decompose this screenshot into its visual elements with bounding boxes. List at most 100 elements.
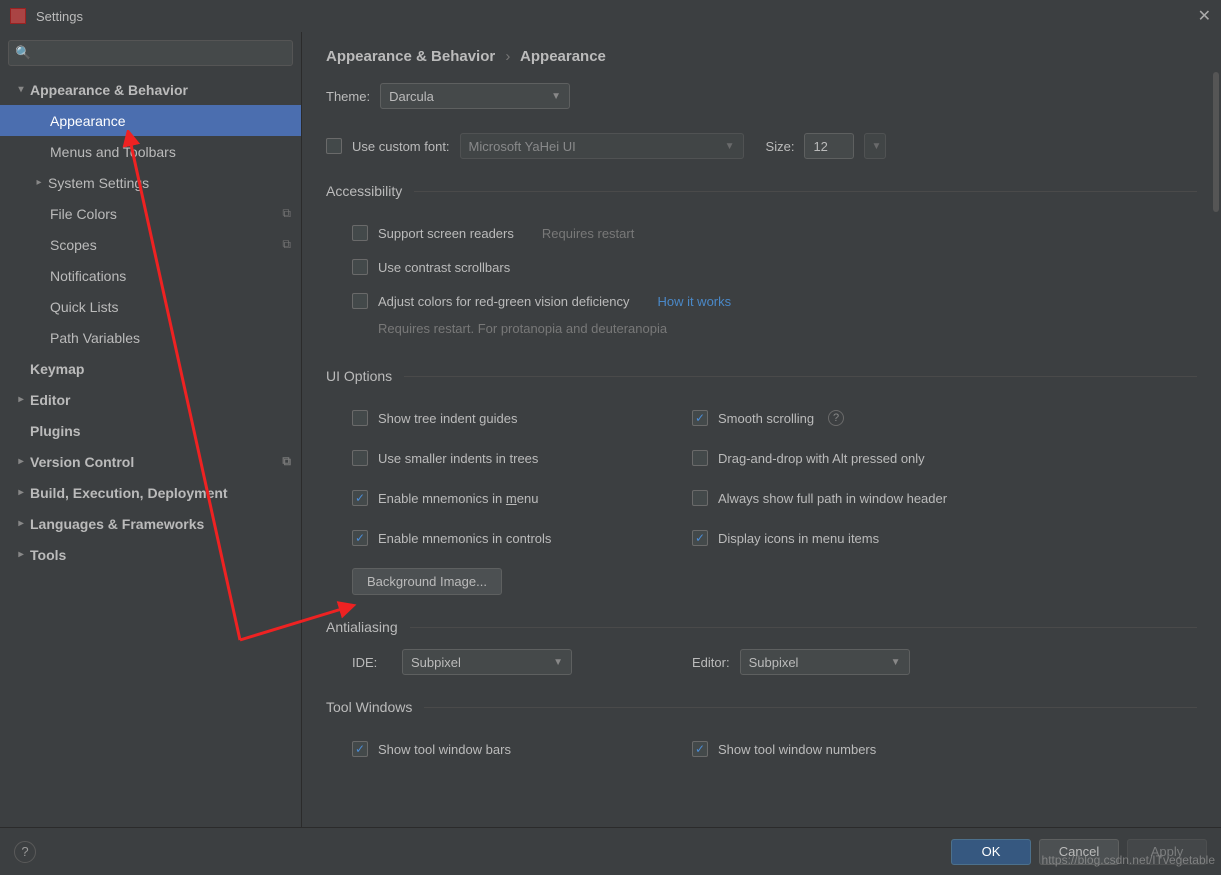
chevron-right-icon bbox=[12, 518, 30, 529]
tool-window-numbers-label: Show tool window numbers bbox=[718, 742, 876, 757]
mnemonics-controls-label: Enable mnemonics in controls bbox=[378, 531, 551, 546]
font-size-input[interactable]: 12 bbox=[804, 133, 854, 159]
size-label: Size: bbox=[766, 139, 795, 154]
smaller-indents-checkbox[interactable] bbox=[352, 450, 368, 466]
contrast-scrollbars-checkbox[interactable] bbox=[352, 259, 368, 275]
color-adjust-checkbox[interactable] bbox=[352, 293, 368, 309]
tool-window-bars-label: Show tool window bars bbox=[378, 742, 511, 757]
content-panel: Appearance & Behavior › Appearance Theme… bbox=[302, 32, 1221, 827]
chevron-right-icon bbox=[30, 177, 48, 188]
sidebar-item-appearance[interactable]: Appearance bbox=[0, 105, 301, 136]
sidebar-item-build[interactable]: Build, Execution, Deployment bbox=[0, 477, 301, 508]
chevron-down-icon bbox=[12, 84, 30, 95]
screen-readers-label: Support screen readers bbox=[378, 226, 514, 241]
sidebar-item-notifications[interactable]: Notifications bbox=[0, 260, 301, 291]
mnemonics-menu-label: Enable mnemonics in menu bbox=[378, 491, 538, 506]
sidebar-item-path-variables[interactable]: Path Variables bbox=[0, 322, 301, 353]
breadcrumb: Appearance & Behavior › Appearance bbox=[326, 48, 1197, 65]
apply-button[interactable]: Apply bbox=[1127, 839, 1207, 865]
smooth-scrolling-checkbox[interactable] bbox=[692, 410, 708, 426]
sidebar-item-appearance-behavior[interactable]: Appearance & Behavior bbox=[0, 74, 301, 105]
sidebar-item-system-settings[interactable]: System Settings bbox=[0, 167, 301, 198]
chevron-down-icon: ▼ bbox=[725, 141, 735, 152]
dnd-alt-label: Drag-and-drop with Alt pressed only bbox=[718, 451, 925, 466]
sidebar-item-menus-toolbars[interactable]: Menus and Toolbars bbox=[0, 136, 301, 167]
copy-icon: ⧉ bbox=[282, 454, 291, 469]
sidebar-item-version-control[interactable]: Version Control⧉ bbox=[0, 446, 301, 477]
copy-icon: ⧉ bbox=[282, 237, 291, 252]
accessibility-legend: Accessibility bbox=[326, 183, 414, 199]
dnd-alt-checkbox[interactable] bbox=[692, 450, 708, 466]
background-image-button[interactable]: Background Image... bbox=[352, 568, 502, 595]
how-it-works-link[interactable]: How it works bbox=[657, 294, 731, 309]
footer: ? OK Cancel Apply bbox=[0, 827, 1221, 875]
search-input[interactable]: 🔍 bbox=[8, 40, 293, 66]
custom-font-label: Use custom font: bbox=[352, 139, 450, 154]
full-path-checkbox[interactable] bbox=[692, 490, 708, 506]
mnemonics-controls-checkbox[interactable] bbox=[352, 530, 368, 546]
ide-aa-dropdown[interactable]: Subpixel ▼ bbox=[402, 649, 572, 675]
ide-aa-label: IDE: bbox=[352, 655, 392, 670]
chevron-down-icon: ▼ bbox=[891, 657, 901, 668]
tool-windows-section: Tool Windows Show tool window bars Show … bbox=[326, 699, 1197, 769]
chevron-right-icon: › bbox=[505, 48, 510, 65]
ok-button[interactable]: OK bbox=[951, 839, 1031, 865]
accessibility-section: Accessibility Support screen readers Req… bbox=[326, 183, 1197, 344]
copy-icon: ⧉ bbox=[282, 206, 291, 221]
sidebar-item-editor[interactable]: Editor bbox=[0, 384, 301, 415]
cancel-button[interactable]: Cancel bbox=[1039, 839, 1119, 865]
settings-tree: Appearance & Behavior Appearance Menus a… bbox=[0, 74, 301, 827]
close-icon[interactable]: ✕ bbox=[1198, 6, 1211, 26]
help-button[interactable]: ? bbox=[14, 841, 36, 863]
color-adjust-label: Adjust colors for red-green vision defic… bbox=[378, 294, 629, 309]
tool-window-bars-checkbox[interactable] bbox=[352, 741, 368, 757]
window-title: Settings bbox=[36, 9, 83, 24]
full-path-label: Always show full path in window header bbox=[718, 491, 947, 506]
tree-indent-label: Show tree indent guides bbox=[378, 411, 517, 426]
chevron-down-icon: ▼ bbox=[553, 657, 563, 668]
sidebar: 🔍 Appearance & Behavior Appearance Menus… bbox=[0, 32, 302, 827]
ui-options-section: UI Options Show tree indent guides Smoot… bbox=[326, 368, 1197, 595]
scrollbar[interactable] bbox=[1213, 72, 1219, 212]
screen-readers-checkbox[interactable] bbox=[352, 225, 368, 241]
ui-options-legend: UI Options bbox=[326, 368, 404, 384]
chevron-right-icon bbox=[12, 394, 30, 405]
sidebar-item-tools[interactable]: Tools bbox=[0, 539, 301, 570]
mnemonics-menu-checkbox[interactable] bbox=[352, 490, 368, 506]
search-icon: 🔍 bbox=[15, 45, 31, 61]
theme-dropdown[interactable]: Darcula ▼ bbox=[380, 83, 570, 109]
app-icon bbox=[10, 8, 26, 24]
tool-window-numbers-checkbox[interactable] bbox=[692, 741, 708, 757]
smaller-indents-label: Use smaller indents in trees bbox=[378, 451, 538, 466]
chevron-down-icon: ▼ bbox=[551, 91, 561, 102]
sidebar-item-scopes[interactable]: Scopes⧉ bbox=[0, 229, 301, 260]
tool-windows-legend: Tool Windows bbox=[326, 699, 424, 715]
breadcrumb-parent: Appearance & Behavior bbox=[326, 48, 495, 65]
theme-label: Theme: bbox=[326, 89, 370, 104]
chevron-right-icon bbox=[12, 549, 30, 560]
custom-font-value: Microsoft YaHei UI bbox=[469, 139, 576, 154]
chevron-right-icon bbox=[12, 487, 30, 498]
help-icon[interactable]: ? bbox=[828, 410, 844, 426]
icons-menu-label: Display icons in menu items bbox=[718, 531, 879, 546]
editor-aa-dropdown[interactable]: Subpixel ▼ bbox=[740, 649, 910, 675]
sidebar-item-quick-lists[interactable]: Quick Lists bbox=[0, 291, 301, 322]
color-adjust-hint: Requires restart. For protanopia and deu… bbox=[378, 321, 1197, 336]
title-bar: Settings ✕ bbox=[0, 0, 1221, 32]
icons-menu-checkbox[interactable] bbox=[692, 530, 708, 546]
chevron-down-icon: ▼ bbox=[872, 141, 882, 152]
contrast-scrollbars-label: Use contrast scrollbars bbox=[378, 260, 510, 275]
sidebar-item-languages[interactable]: Languages & Frameworks bbox=[0, 508, 301, 539]
antialiasing-legend: Antialiasing bbox=[326, 619, 410, 635]
screen-readers-hint: Requires restart bbox=[542, 226, 634, 241]
sidebar-item-keymap[interactable]: Keymap bbox=[0, 353, 301, 384]
sidebar-item-plugins[interactable]: Plugins bbox=[0, 415, 301, 446]
sidebar-item-file-colors[interactable]: File Colors⧉ bbox=[0, 198, 301, 229]
use-custom-font-checkbox[interactable] bbox=[326, 138, 342, 154]
chevron-right-icon bbox=[12, 456, 30, 467]
font-size-stepper[interactable]: ▼ bbox=[864, 133, 886, 159]
antialiasing-section: Antialiasing IDE: Subpixel ▼ Editor: Sub… bbox=[326, 619, 1197, 675]
tree-indent-checkbox[interactable] bbox=[352, 410, 368, 426]
custom-font-dropdown[interactable]: Microsoft YaHei UI ▼ bbox=[460, 133, 744, 159]
smooth-scrolling-label: Smooth scrolling bbox=[718, 411, 814, 426]
